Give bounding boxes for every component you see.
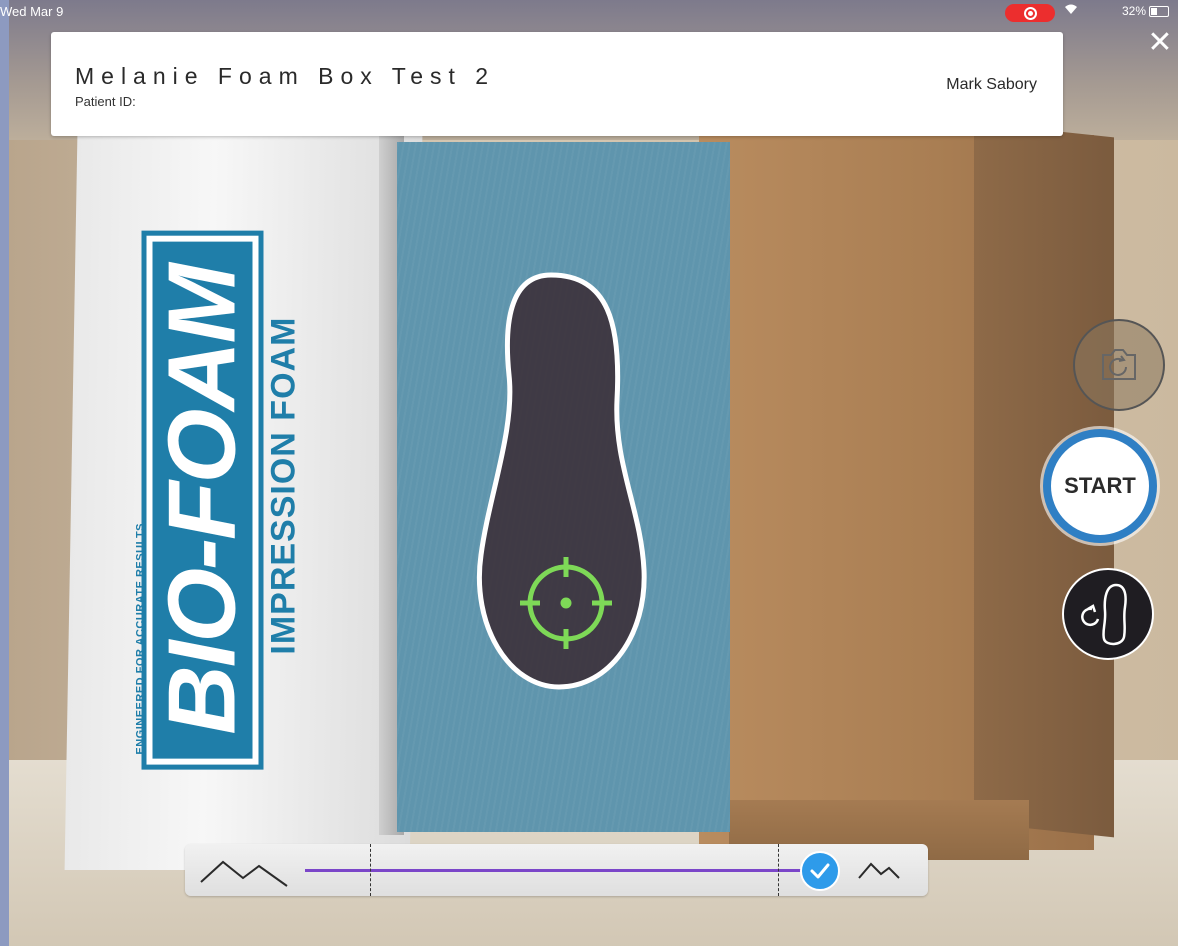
mountain-high-icon [858, 862, 900, 879]
range-marker-max [778, 844, 779, 896]
status-icons [1064, 3, 1078, 18]
close-button[interactable]: ✕ [1147, 28, 1173, 58]
depth-slider[interactable] [185, 844, 928, 896]
battery-icon [1149, 5, 1170, 17]
status-date: Wed Mar 9 [0, 4, 64, 19]
box-tagline: ENGINEERED FOR ACCURATE RESULTS [134, 522, 147, 755]
close-icon: ✕ [1147, 26, 1173, 59]
clinician-name: Mark Sabory [946, 76, 1037, 93]
camera-button[interactable] [1073, 319, 1165, 411]
checkmark-icon [810, 863, 830, 879]
flip-foot-button[interactable] [1062, 568, 1154, 660]
camera-viewfinder: ENGINEERED FOR ACCURATE RESULTS BIO-FOAM… [9, 0, 1178, 946]
screen-recording-indicator[interactable] [1005, 4, 1055, 22]
slider-track[interactable] [305, 869, 820, 872]
mountain-low-icon [200, 860, 288, 887]
wifi-icon [1064, 3, 1078, 18]
flip-foot-icon [1081, 583, 1127, 646]
patient-name: Melanie Foam Box Test 2 [75, 63, 496, 89]
battery-status: 32% [1122, 4, 1170, 18]
start-scan-button[interactable]: START [1043, 429, 1157, 543]
foot-outline [477, 272, 647, 690]
patient-header-card: Melanie Foam Box Test 2 Patient ID: Mark… [51, 32, 1063, 136]
box-brand-print: ENGINEERED FOR ACCURATE RESULTS BIO-FOAM… [134, 211, 304, 789]
camera-rotate-icon [1102, 349, 1136, 380]
patient-id-label: Patient ID: [75, 94, 136, 109]
range-marker-min [370, 844, 371, 896]
box-brand: BIO-FOAM [145, 211, 260, 789]
start-label: START [1064, 473, 1136, 498]
record-icon [1023, 6, 1037, 20]
window-edge [0, 0, 9, 946]
battery-percent: 32% [1122, 4, 1147, 18]
status-bar: Wed Mar 9 32% [0, 0, 1178, 24]
capture-screen: ENGINEERED FOR ACCURATE RESULTS BIO-FOAM… [0, 0, 1178, 946]
box-subtitle: IMPRESSION FOAM [264, 316, 303, 655]
slider-thumb[interactable] [800, 851, 840, 891]
